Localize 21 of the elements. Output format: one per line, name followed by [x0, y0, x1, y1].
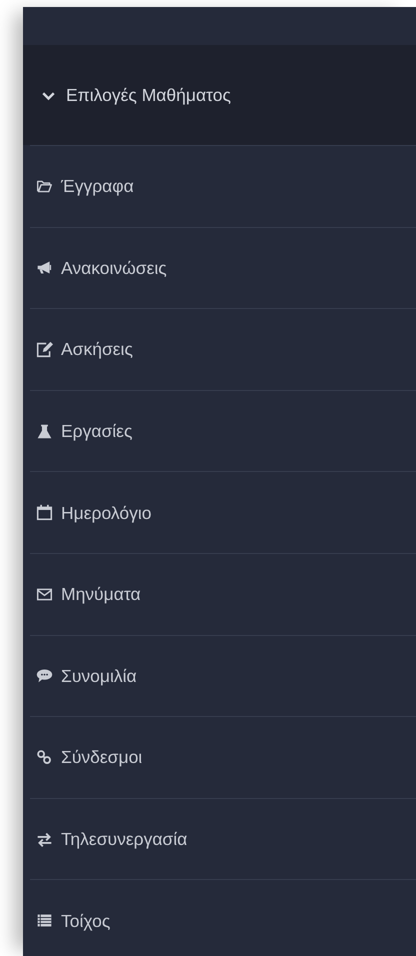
chat-icon: [36, 667, 53, 684]
menu-link[interactable]: Ασκήσεις: [61, 336, 133, 363]
megaphone-icon: [36, 259, 53, 276]
menu-link[interactable]: Ημερολόγιο: [61, 500, 152, 526]
list-icon: [36, 912, 53, 930]
menu-link[interactable]: Συνομιλία: [61, 662, 137, 689]
menu-link[interactable]: Τηλεσυνεργασία: [61, 826, 188, 852]
menu-link[interactable]: Τοίχος: [61, 908, 110, 934]
calendar-icon: [36, 504, 53, 522]
menu-header[interactable]: Επιλογές Μαθήματος: [23, 45, 416, 145]
menu-link[interactable]: Ανακοινώσεις: [61, 254, 167, 282]
menu-link[interactable]: Έγγραφα: [61, 173, 134, 200]
menu-link[interactable]: Σύνδεσμοι: [61, 744, 142, 771]
folder-icon: [36, 178, 53, 195]
flask-icon: [36, 422, 53, 440]
exchange-icon: [36, 830, 53, 848]
envelope-icon: [36, 586, 53, 603]
menu-link[interactable]: Μηνύματα: [61, 581, 141, 608]
link-icon: [36, 748, 53, 766]
menu-link[interactable]: Εργασίες: [61, 418, 132, 444]
edit-icon: [36, 340, 53, 358]
